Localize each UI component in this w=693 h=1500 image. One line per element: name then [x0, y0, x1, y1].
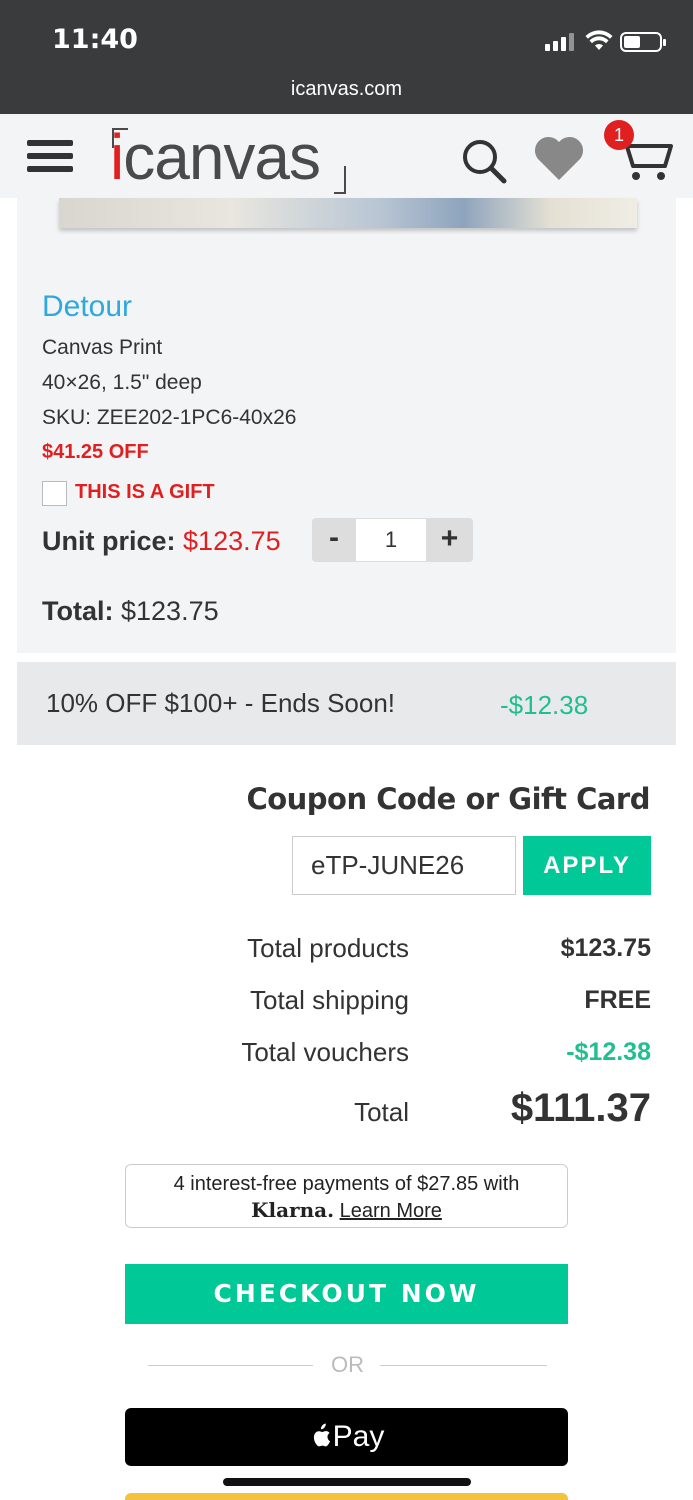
product-title-link[interactable]: Detour: [42, 290, 132, 324]
logo-bracket-right: [334, 166, 346, 194]
cart-item: Detour Canvas Print 40×26, 1.5" deep SKU…: [17, 198, 676, 653]
klarna-learn-more-link[interactable]: Learn More: [340, 1200, 442, 1222]
battery-icon: [620, 32, 666, 52]
unit-price-row: Unit price: $123.75: [42, 526, 281, 557]
klarna-text: 4 interest-free payments of $27.85 with: [173, 1173, 520, 1195]
total-shipping-label: Total shipping: [250, 985, 409, 1015]
grand-total-value: $111.37: [510, 1086, 651, 1130]
site-header: icanvas 1: [0, 114, 693, 198]
paypal-button[interactable]: [125, 1493, 568, 1500]
product-discount: $41.25 OFF: [42, 441, 149, 463]
status-time: 11:40: [52, 24, 138, 55]
promo-amount: -$12.38: [500, 690, 589, 720]
gift-label[interactable]: THIS IS A GIFT: [75, 481, 215, 504]
logo-text: icanvas: [110, 120, 321, 194]
status-bar: 11:40 icanvas.com: [0, 0, 693, 114]
url-bar[interactable]: icanvas.com: [0, 78, 693, 101]
heart-icon[interactable]: [533, 134, 585, 182]
quantity-increase-button[interactable]: +: [426, 518, 473, 562]
product-sku: SKU: ZEE202-1PC6-40x26: [42, 406, 297, 429]
logo-i: i: [110, 121, 124, 193]
total-vouchers-label: Total vouchers: [241, 1037, 409, 1067]
wifi-icon: [585, 30, 613, 50]
unit-price-value: $123.75: [183, 526, 281, 556]
quantity-decrease-button[interactable]: -: [312, 518, 356, 562]
total-products-label: Total products: [247, 933, 409, 963]
search-icon[interactable]: [461, 138, 507, 184]
coupon-title: Coupon Code or Gift Card: [246, 782, 650, 816]
quantity-stepper: - +: [312, 518, 473, 562]
product-type: Canvas Print: [42, 336, 163, 359]
or-line-right: [380, 1365, 547, 1366]
signal-icon: [545, 33, 575, 51]
line-total-label: Total:: [42, 596, 114, 626]
grand-total-label: Total: [354, 1097, 409, 1127]
apple-logo-icon: [313, 1423, 330, 1447]
total-products-value: $123.75: [560, 934, 651, 962]
quantity-input[interactable]: [356, 519, 426, 561]
klarna-row: Klarna. Learn More: [126, 1198, 567, 1223]
checkout-now-button[interactable]: CHECKOUT NOW: [125, 1264, 568, 1324]
promo-text: 10% OFF $100+ - Ends Soon!: [46, 688, 396, 718]
gift-checkbox[interactable]: [42, 481, 67, 506]
unit-price-label: Unit price:: [42, 526, 176, 556]
total-shipping-value: FREE: [584, 986, 651, 1014]
home-indicator: [223, 1478, 471, 1486]
apple-pay-button[interactable]: Pay: [125, 1408, 568, 1466]
line-total-value: $123.75: [121, 596, 219, 626]
logo-word: canvas: [123, 121, 321, 193]
icanvas-logo[interactable]: icanvas: [110, 120, 350, 196]
cart-count-badge: 1: [604, 120, 634, 150]
klarna-info-box: 4 interest-free payments of $27.85 with …: [125, 1164, 568, 1228]
promo-banner: 10% OFF $100+ - Ends Soon! -$12.38: [17, 662, 676, 745]
apple-pay-label: Pay: [332, 1420, 385, 1453]
coupon-code-input[interactable]: [292, 836, 516, 895]
hamburger-icon[interactable]: [27, 140, 73, 172]
klarna-logo: Klarna.: [251, 1198, 335, 1222]
or-divider: OR: [148, 1352, 547, 1380]
line-total-row: Total: $123.75: [42, 596, 219, 627]
product-size: 40×26, 1.5" deep: [42, 371, 202, 394]
apply-coupon-button[interactable]: APPLY: [523, 836, 651, 895]
total-vouchers-value: -$12.38: [566, 1038, 651, 1066]
product-image[interactable]: [59, 198, 637, 228]
